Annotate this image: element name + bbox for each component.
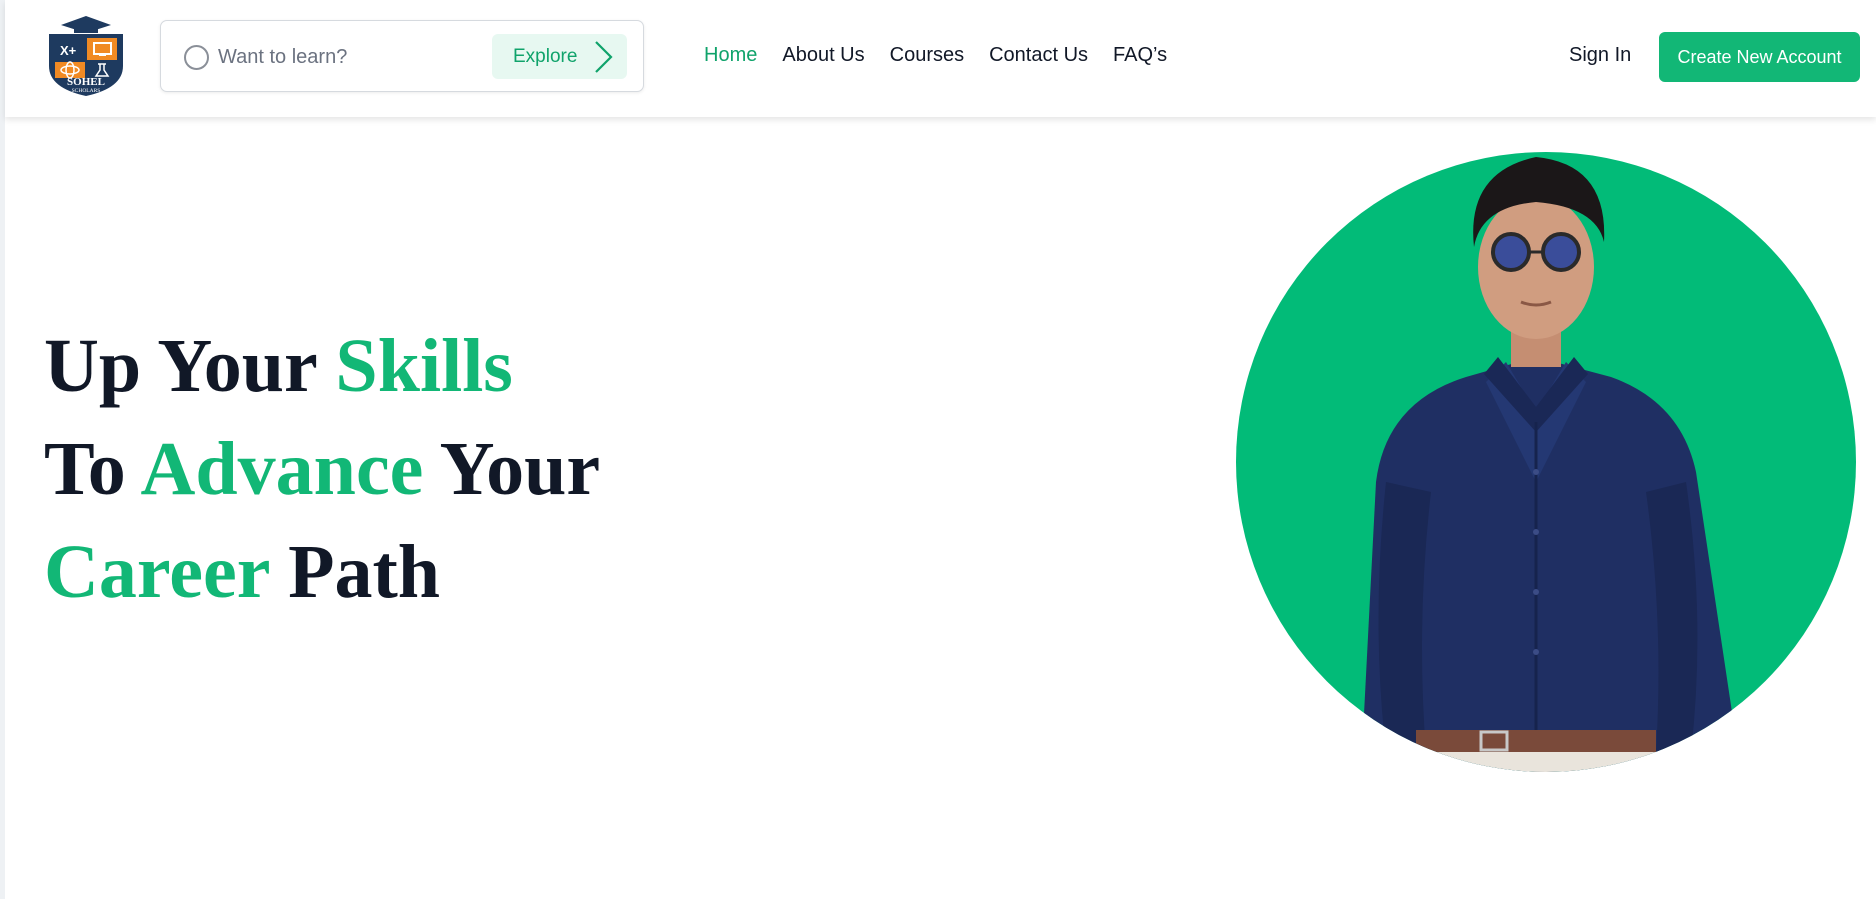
sign-in-link[interactable]: Sign In	[1569, 44, 1631, 67]
search-circle-icon	[184, 45, 209, 70]
page-left-border	[0, 0, 5, 899]
hero-line-2: To Advance Your	[44, 427, 601, 511]
instructor-portrait	[1236, 152, 1856, 772]
explore-button-label: Explore	[513, 45, 578, 67]
search-bar: Explore	[160, 20, 644, 92]
explore-button[interactable]: Explore	[492, 34, 627, 79]
hero-line-3: Career Path	[44, 530, 441, 614]
logo-line2: SCHOLARS	[72, 88, 101, 94]
nav-faqs[interactable]: FAQ’s	[1113, 44, 1167, 67]
nav-contact-us[interactable]: Contact Us	[989, 44, 1088, 67]
person-photo-illustration	[1361, 157, 1741, 772]
sohel-scholars-logo[interactable]: X+ SOHEL SCHOLARS	[43, 14, 129, 98]
hero-heading: Up Your Skills To Advance Your Career Pa…	[44, 315, 600, 624]
nav-courses[interactable]: Courses	[890, 44, 964, 67]
nav-about-us[interactable]: About Us	[782, 44, 864, 67]
chevron-right-icon	[595, 41, 613, 73]
search-input[interactable]	[218, 41, 478, 73]
main-nav: Home About Us Courses Contact Us FAQ’s	[704, 44, 1192, 67]
logo-line1: SOHEL	[67, 76, 105, 88]
hero-line-1: Up Your Skills	[44, 324, 513, 408]
logo-badge-text: X+	[60, 43, 77, 58]
create-account-button[interactable]: Create New Account	[1659, 32, 1860, 82]
top-navbar: X+ SOHEL SCHOLARS Explore Home About Us …	[5, 0, 1876, 117]
nav-home[interactable]: Home	[704, 44, 757, 67]
